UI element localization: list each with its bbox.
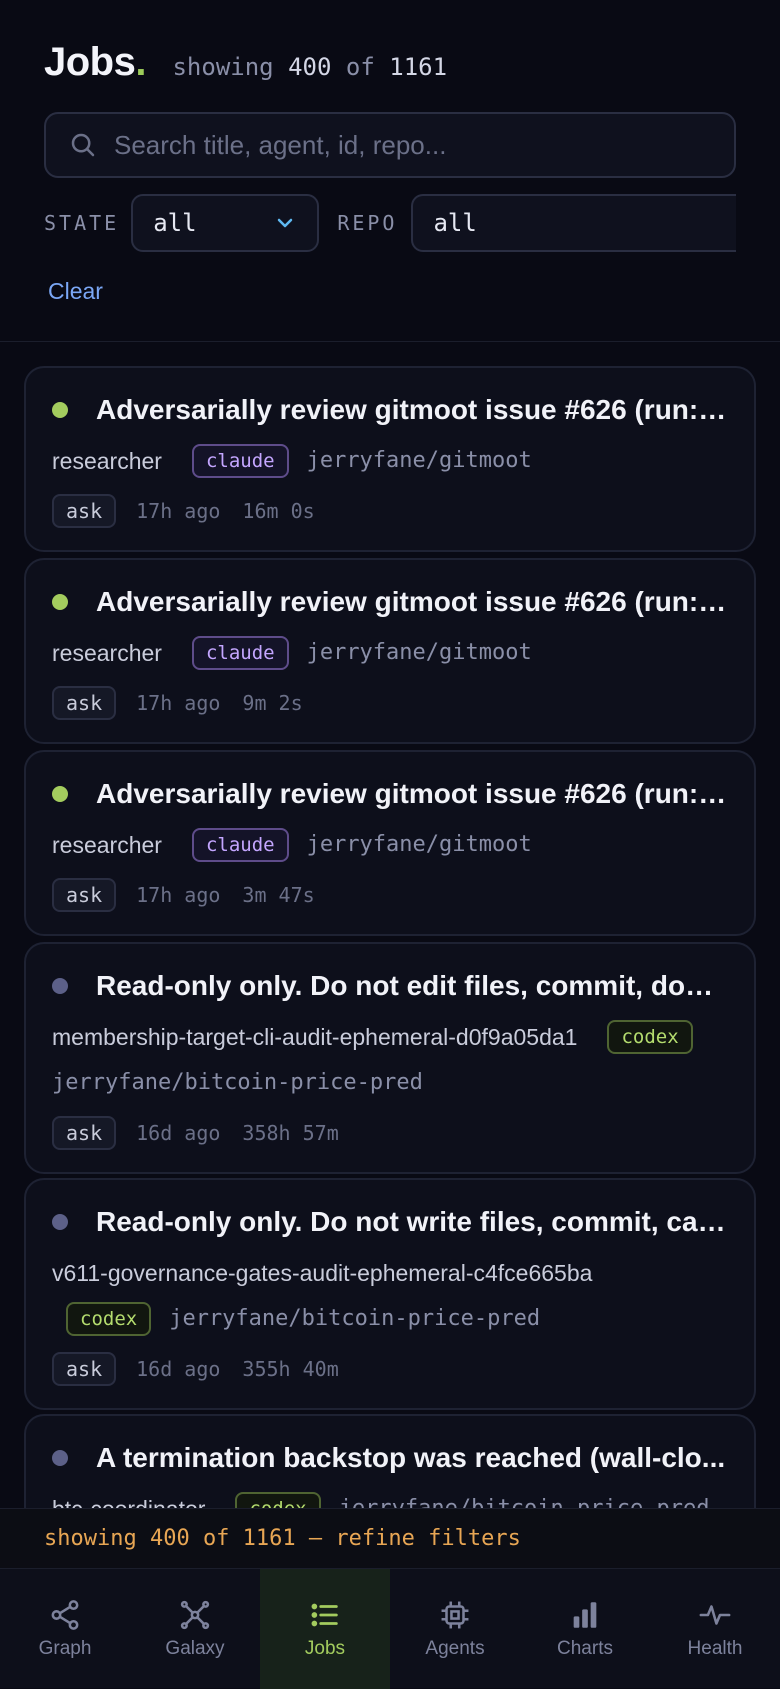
repo-select-value: all xyxy=(433,209,477,237)
status-bar: showing 400 of 1161 — refine filters xyxy=(0,1508,780,1568)
job-agent: v611-governance-gates-audit-ephemeral-c4… xyxy=(52,1260,593,1286)
job-duration: 16m 0s xyxy=(242,499,315,523)
job-kind-badge: ask xyxy=(52,1116,117,1150)
nav-health[interactable]: Health xyxy=(650,1569,780,1689)
count-total: 1161 xyxy=(389,53,448,81)
share-graph-icon xyxy=(51,1600,79,1630)
list-icon xyxy=(311,1603,338,1627)
status-dot-done xyxy=(52,978,68,994)
job-agent: researcher xyxy=(52,448,162,474)
job-repo: jerryfane/gitmoot xyxy=(306,448,532,473)
status-dot-running xyxy=(52,594,68,610)
job-kind-badge: ask xyxy=(52,1352,117,1386)
chevron-down-icon xyxy=(278,218,293,228)
engine-badge: claude xyxy=(191,828,289,862)
engine-badge: claude xyxy=(191,636,289,670)
job-agent: researcher xyxy=(52,640,162,666)
jobs-header: Jobs. showing 400 of 1161 STATE all REPO… xyxy=(0,0,780,342)
filter-row: STATE all REPO all xyxy=(44,194,736,252)
count-prefix: showing xyxy=(172,53,274,81)
state-select-value: all xyxy=(153,209,197,237)
galaxy-icon xyxy=(180,1600,210,1630)
nav-label: Agents xyxy=(425,1638,485,1659)
page-title: Jobs xyxy=(44,40,136,84)
job-repo: jerryfane/gitmoot xyxy=(306,832,532,857)
job-age: 16d ago xyxy=(136,1121,221,1145)
job-age: 16d ago xyxy=(136,1357,221,1381)
repo-select[interactable]: all xyxy=(411,194,736,252)
engine-badge: codex xyxy=(66,1302,152,1336)
nav-label: Galaxy xyxy=(165,1638,225,1659)
job-card[interactable]: Adversarially review gitmoot issue #626 … xyxy=(24,366,756,552)
job-card[interactable]: A termination backstop was reached (wall… xyxy=(24,1414,756,1508)
title-row: Jobs. showing 400 of 1161 xyxy=(44,40,447,85)
engine-badge: claude xyxy=(191,444,289,478)
job-title: Adversarially review gitmoot issue #626 … xyxy=(96,586,728,617)
nav-graph[interactable]: Graph xyxy=(0,1569,130,1689)
job-card[interactable]: Read-only only. Do not write files, comm… xyxy=(24,1178,756,1410)
status-dot-running xyxy=(52,402,68,418)
nav-jobs[interactable]: Jobs xyxy=(260,1569,390,1689)
cpu-icon xyxy=(441,1601,469,1629)
job-duration: 3m 47s xyxy=(242,883,315,907)
nav-agents[interactable]: Agents xyxy=(390,1569,520,1689)
job-title: Read-only only. Do not write files, comm… xyxy=(96,1206,728,1237)
nav-label: Charts xyxy=(557,1638,613,1659)
nav-charts[interactable]: Charts xyxy=(520,1569,650,1689)
bottom-nav: Graph Galaxy Jobs Agents Charts Health xyxy=(0,1568,780,1689)
job-age: 17h ago xyxy=(136,883,221,907)
job-count: showing 400 of 1161 xyxy=(172,53,447,81)
job-duration: 9m 2s xyxy=(242,691,303,715)
job-card[interactable]: Adversarially review gitmoot issue #626 … xyxy=(24,750,756,936)
job-title: Read-only only. Do not edit files, commi… xyxy=(96,970,728,1001)
nav-label: Jobs xyxy=(304,1638,346,1659)
search-icon xyxy=(71,133,95,157)
engine-badge: codex xyxy=(607,1020,693,1054)
job-list: Adversarially review gitmoot issue #626 … xyxy=(0,342,780,1508)
job-agent: researcher xyxy=(52,832,162,858)
job-duration: 355h 40m xyxy=(242,1357,339,1381)
nav-label: Health xyxy=(687,1638,743,1659)
job-duration: 358h 57m xyxy=(242,1121,339,1145)
nav-galaxy[interactable]: Galaxy xyxy=(130,1569,260,1689)
status-dot-done xyxy=(52,1450,68,1466)
job-kind-badge: ask xyxy=(52,686,117,720)
job-agent: btc-coordinator xyxy=(52,1486,205,1508)
engine-badge: codex xyxy=(235,1492,321,1508)
state-select[interactable]: all xyxy=(131,194,320,252)
job-card[interactable]: Adversarially review gitmoot issue #626 … xyxy=(24,558,756,744)
status-bar-text: showing 400 of 1161 — refine filters xyxy=(44,1526,521,1551)
clear-filters-button[interactable]: Clear xyxy=(48,278,103,305)
nav-label: Graph xyxy=(38,1638,92,1659)
count-mid: of xyxy=(345,53,375,81)
title-dot: . xyxy=(135,40,147,84)
job-title: Adversarially review gitmoot issue #626 … xyxy=(96,394,728,425)
job-repo: jerryfane/gitmoot xyxy=(306,640,532,665)
job-kind-badge: ask xyxy=(52,494,117,528)
job-age: 17h ago xyxy=(136,499,221,523)
search-input[interactable] xyxy=(114,129,694,161)
job-repo: jerryfane/bitcoin-price-pred xyxy=(339,1486,710,1508)
repo-filter-label: REPO xyxy=(337,211,398,235)
pulse-icon xyxy=(699,1605,731,1625)
status-dot-done xyxy=(52,1214,68,1230)
job-repo: jerryfane/bitcoin-price-pred xyxy=(169,1306,541,1331)
status-dot-running xyxy=(52,786,68,802)
job-title: Adversarially review gitmoot issue #626 … xyxy=(96,778,728,809)
job-kind-badge: ask xyxy=(52,878,117,912)
bar-chart-icon xyxy=(573,1602,597,1628)
job-repo: jerryfane/bitcoin-price-pred xyxy=(52,1070,423,1095)
search-box[interactable] xyxy=(44,112,736,178)
job-age: 17h ago xyxy=(136,691,221,715)
count-shown: 400 xyxy=(288,53,332,81)
job-card[interactable]: Read-only only. Do not edit files, commi… xyxy=(24,942,756,1174)
state-filter-label: STATE xyxy=(44,211,120,235)
job-title: A termination backstop was reached (wall… xyxy=(96,1442,726,1473)
job-agent: membership-target-cli-audit-ephemeral-d0… xyxy=(52,1024,578,1050)
